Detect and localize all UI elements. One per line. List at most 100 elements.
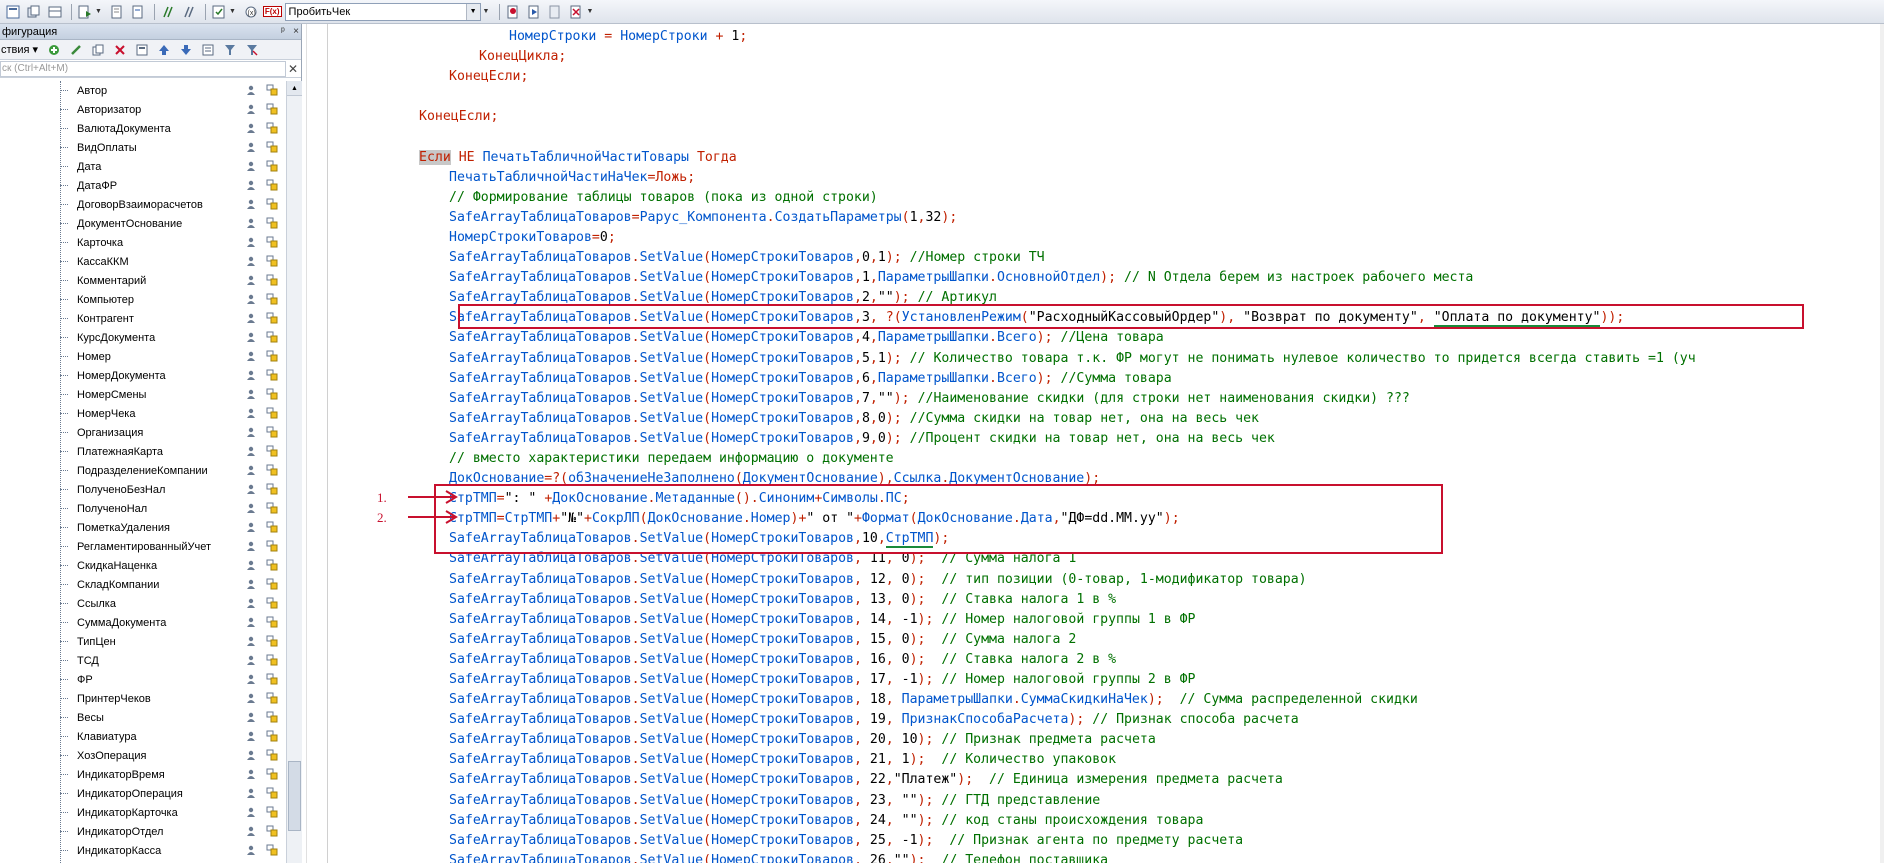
tree-item[interactable]: Карточка <box>0 233 286 252</box>
code-line[interactable]: КонецЕсли; <box>334 107 1696 127</box>
code-line[interactable]: НомерСтрокиТоваров=0; <box>334 228 1696 248</box>
tree-item[interactable]: Автор <box>0 81 286 100</box>
actions-menu[interactable]: ствия ▾ <box>1 43 38 56</box>
tree-item[interactable]: Компьютер <box>0 290 286 309</box>
move-down-icon[interactable] <box>178 42 194 58</box>
code-line[interactable]: КонецЦикла; <box>334 47 1696 67</box>
code-line[interactable]: SafeArrayТаблицаТоваров.SetValue(НомерСт… <box>334 409 1696 429</box>
tree-item[interactable]: ДатаФР <box>0 176 286 195</box>
scroll-up-icon[interactable]: ▲ <box>287 81 302 96</box>
tree-item[interactable]: ХозОперация <box>0 746 286 765</box>
tree-item[interactable]: СуммаДокумента <box>0 613 286 632</box>
code-line[interactable]: // Формирование таблицы товаров (пока из… <box>334 188 1696 208</box>
properties-icon[interactable] <box>134 42 150 58</box>
edit-icon[interactable] <box>68 42 84 58</box>
close-icon[interactable]: × <box>293 26 299 37</box>
code-line[interactable]: SafeArrayТаблицаТоваров.SetValue(НомерСт… <box>334 248 1696 268</box>
syntax-icon[interactable] <box>108 3 126 21</box>
code-line[interactable]: SafeArrayТаблицаТоваров.SetValue(НомерСт… <box>334 730 1696 750</box>
code-line[interactable]: НомерСтроки = НомерСтроки + 1; <box>334 27 1696 47</box>
table-icon[interactable] <box>46 3 64 21</box>
tree-item[interactable]: НомерСмены <box>0 385 286 404</box>
editor-scrollbar[interactable] <box>1880 24 1884 863</box>
code-line[interactable]: SafeArrayТаблицаТоваров.SetValue(НомерСт… <box>334 389 1696 409</box>
tree-item[interactable]: ПолученоНал <box>0 499 286 518</box>
tree-item[interactable]: ВидОплаты <box>0 138 286 157</box>
chevron-down-icon[interactable]: ▼ <box>483 8 490 15</box>
tree-item[interactable]: Организация <box>0 423 286 442</box>
delete-icon[interactable] <box>112 42 128 58</box>
code-line[interactable]: SafeArrayТаблицаТоваров.SetValue(НомерСт… <box>334 610 1696 630</box>
tree-item[interactable]: КурсДокумента <box>0 328 286 347</box>
tree-item[interactable]: ПолученоБезНал <box>0 480 286 499</box>
code-line[interactable]: SafeArrayТаблицаТоваров.SetValue(НомерСт… <box>334 349 1696 369</box>
tree-item[interactable]: ФР <box>0 670 286 689</box>
tree-item[interactable]: ТипЦен <box>0 632 286 651</box>
tree-item[interactable]: РегламентированныйУчет <box>0 537 286 556</box>
copy-icon[interactable] <box>25 3 43 21</box>
procedures-icon[interactable]: (x) <box>242 3 260 21</box>
code-line[interactable]: SafeArrayТаблицаТоваров.SetValue(НомерСт… <box>334 710 1696 730</box>
code-line[interactable]: SafeArrayТаблицаТоваров.SetValue(НомерСт… <box>334 630 1696 650</box>
goto-icon[interactable] <box>210 3 228 21</box>
chevron-down-icon[interactable]: ▼ <box>465 3 480 20</box>
code-line[interactable]: SafeArrayТаблицаТоваров.SetValue(НомерСт… <box>334 770 1696 790</box>
close-icon[interactable]: ✕ <box>286 61 300 77</box>
tree-item[interactable]: ИндикаторВремя <box>0 765 286 784</box>
code-line[interactable] <box>334 87 1696 107</box>
uncomment-icon[interactable] <box>180 3 198 21</box>
tree-item[interactable]: ПодразделениеКомпании <box>0 461 286 480</box>
code-line[interactable]: SafeArrayТаблицаТоваров.SetValue(НомерСт… <box>334 369 1696 389</box>
tree-item[interactable]: ДоговорВзаиморасчетов <box>0 195 286 214</box>
code-line[interactable]: SafeArrayТаблицаТоваров.SetValue(НомерСт… <box>334 570 1696 590</box>
tree-item[interactable]: ТСД <box>0 651 286 670</box>
tree-item[interactable]: Номер <box>0 347 286 366</box>
tree-item[interactable]: СкидкаНаценка <box>0 556 286 575</box>
tree-item[interactable]: ДокументОснование <box>0 214 286 233</box>
code-editor[interactable]: НомерСтроки = НомерСтроки + 1; КонецЦикла… <box>302 24 1884 863</box>
tree-item[interactable]: НомерЧека <box>0 404 286 423</box>
tree-item[interactable]: ПринтерЧеков <box>0 689 286 708</box>
tree-item[interactable]: ИндикаторОперация <box>0 784 286 803</box>
tree-item[interactable]: НомерДокумента <box>0 366 286 385</box>
search-input[interactable]: ск (Ctrl+Alt+M) <box>0 60 286 77</box>
next-bookmark-icon[interactable] <box>525 3 543 21</box>
format-icon[interactable] <box>129 3 147 21</box>
tree-item[interactable]: СкладКомпании <box>0 575 286 594</box>
tree-item[interactable]: ИндикаторКасса <box>0 841 286 860</box>
scrollbar-thumb[interactable] <box>288 761 301 831</box>
tree-item[interactable]: ВалютаДокумента <box>0 119 286 138</box>
sort-icon[interactable] <box>200 42 216 58</box>
code-line[interactable]: SafeArrayТаблицаТоваров.SetValue(НомерСт… <box>334 429 1696 449</box>
tree-item[interactable]: Комментарий <box>0 271 286 290</box>
prev-bookmark-icon[interactable] <box>546 3 564 21</box>
tree-item[interactable]: Авторизатор <box>0 100 286 119</box>
code-line[interactable] <box>334 127 1696 147</box>
tree-item[interactable]: Дата <box>0 157 286 176</box>
chevron-down-icon[interactable]: ▼ <box>95 8 102 15</box>
tree-item[interactable]: ПометкаУдаления <box>0 518 286 537</box>
code-line[interactable]: SafeArrayТаблицаТоваров.SetValue(НомерСт… <box>334 650 1696 670</box>
code-line[interactable]: Если НЕ ПечатьТабличнойЧастиТовары Тогда <box>334 148 1696 168</box>
code-line[interactable]: SafeArrayТаблицаТоваров.SetValue(НомерСт… <box>334 670 1696 690</box>
add-icon[interactable] <box>46 42 62 58</box>
tree-item[interactable]: Клавиатура <box>0 727 286 746</box>
bookmark-icon[interactable] <box>504 3 522 21</box>
procedure-select[interactable]: ПробитьЧек ▼ <box>284 2 481 21</box>
run-icon[interactable] <box>76 3 94 21</box>
clear-bookmarks-icon[interactable] <box>567 3 585 21</box>
code-line[interactable]: ПечатьТабличнойЧастиНаЧек=Ложь; <box>334 168 1696 188</box>
code-line[interactable]: SafeArrayТаблицаТоваров.SetValue(НомерСт… <box>334 690 1696 710</box>
code-line[interactable]: SafeArrayТаблицаТоваров.SetValue(НомерСт… <box>334 750 1696 770</box>
code-line[interactable]: SafeArrayТаблицаТоваров=Рарус_Компонента… <box>334 208 1696 228</box>
tree-item[interactable]: ИндикаторОтдел <box>0 822 286 841</box>
code-line[interactable]: SafeArrayТаблицаТоваров.SetValue(НомерСт… <box>334 590 1696 610</box>
code-line[interactable]: SafeArrayТаблицаТоваров.SetValue(НомерСт… <box>334 831 1696 851</box>
properties-icon[interactable] <box>4 3 22 21</box>
tree-item[interactable]: Ссылка <box>0 594 286 613</box>
clear-filter-icon[interactable] <box>244 42 260 58</box>
code-line[interactable]: SafeArrayТаблицаТоваров.SetValue(НомерСт… <box>334 811 1696 831</box>
code-line[interactable]: SafeArrayТаблицаТоваров.SetValue(НомерСт… <box>334 328 1696 348</box>
comment-icon[interactable] <box>159 3 177 21</box>
tree-item[interactable]: ПлатежнаяКарта <box>0 442 286 461</box>
